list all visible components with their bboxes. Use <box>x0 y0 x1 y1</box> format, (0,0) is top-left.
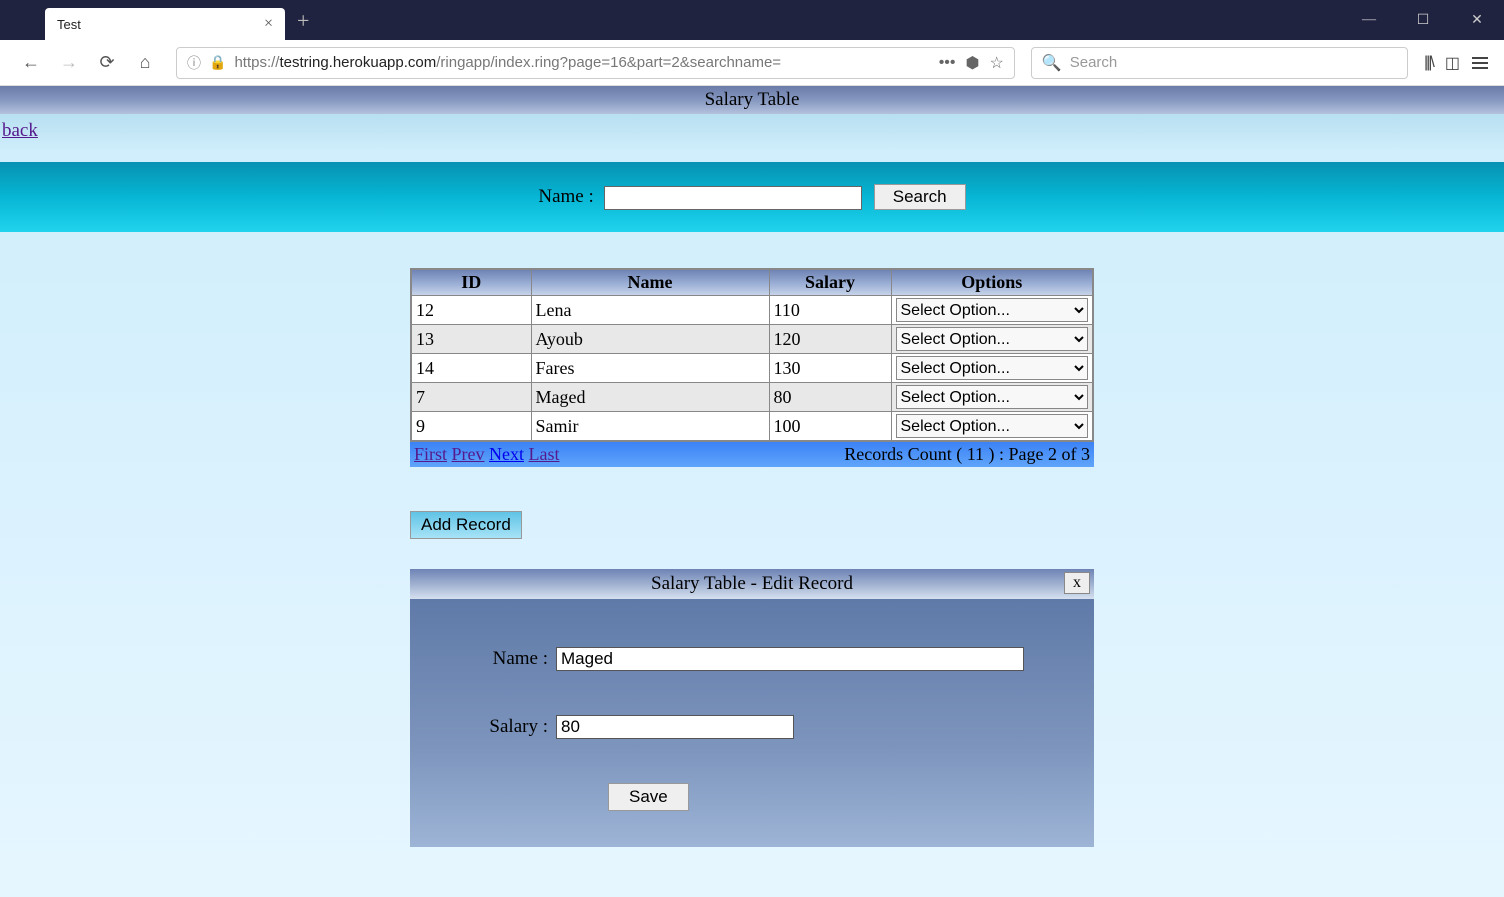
edit-salary-label: Salary : <box>474 716 548 738</box>
cell-name: Lena <box>531 296 769 325</box>
cell-options: Select Option... <box>891 412 1093 442</box>
table-row: 7Maged80Select Option... <box>411 383 1093 412</box>
edit-panel: Salary Table - Edit Record x Name : Sala… <box>410 569 1094 847</box>
cell-salary: 100 <box>769 412 891 442</box>
cell-salary: 110 <box>769 296 891 325</box>
browser-titlebar: Test × + — ☐ ✕ <box>0 0 1504 40</box>
pocket-icon[interactable]: ⬢ <box>966 53 980 73</box>
more-icon[interactable]: ••• <box>939 54 956 72</box>
cell-id: 7 <box>411 383 531 412</box>
pager-next[interactable]: Next <box>489 444 524 464</box>
cell-name: Samir <box>531 412 769 442</box>
options-select[interactable]: Select Option... <box>896 385 1089 409</box>
browser-tab[interactable]: Test × <box>45 8 285 40</box>
pager: First Prev Next Last Records Count ( 11 … <box>410 442 1094 467</box>
cell-salary: 80 <box>769 383 891 412</box>
library-icon[interactable]: |||\ <box>1424 54 1433 72</box>
table-row: 12Lena110Select Option... <box>411 296 1093 325</box>
col-salary: Salary <box>769 269 891 296</box>
back-link[interactable]: back <box>0 114 38 148</box>
col-id: ID <box>411 269 531 296</box>
new-tab-icon[interactable]: + <box>297 8 309 34</box>
search-button[interactable]: Search <box>874 184 966 210</box>
tab-bar: Test × + <box>0 0 309 40</box>
close-icon[interactable]: × <box>264 15 273 33</box>
close-window-icon[interactable]: ✕ <box>1450 0 1504 40</box>
search-box[interactable]: 🔍 Search <box>1031 47 1408 79</box>
cell-options: Select Option... <box>891 354 1093 383</box>
table-row: 14Fares130Select Option... <box>411 354 1093 383</box>
menu-icon[interactable] <box>1472 57 1488 69</box>
content: ID Name Salary Options 12Lena110Select O… <box>410 268 1094 847</box>
url-bar[interactable]: ⓘ 🔒 https://testring.herokuapp.com/ringa… <box>176 47 1015 79</box>
save-button[interactable]: Save <box>608 783 689 811</box>
pager-last[interactable]: Last <box>529 444 560 464</box>
table-row: 13Ayoub120Select Option... <box>411 325 1093 354</box>
search-input[interactable] <box>604 186 862 210</box>
edit-name-input[interactable] <box>556 647 1024 671</box>
back-icon[interactable]: ← <box>16 48 46 78</box>
options-select[interactable]: Select Option... <box>896 356 1089 380</box>
forward-icon[interactable]: → <box>54 48 84 78</box>
lock-icon: 🔒 <box>209 54 226 71</box>
pager-prev[interactable]: Prev <box>452 444 485 464</box>
col-name: Name <box>531 269 769 296</box>
add-record-button[interactable]: Add Record <box>410 511 522 539</box>
options-select[interactable]: Select Option... <box>896 327 1089 351</box>
cell-options: Select Option... <box>891 383 1093 412</box>
edit-salary-input[interactable] <box>556 715 794 739</box>
edit-header: Salary Table - Edit Record x <box>410 569 1094 599</box>
browser-toolbar: ← → ⟳ ⌂ ⓘ 🔒 https://testring.herokuapp.c… <box>0 40 1504 86</box>
search-bar: Name : Search <box>0 162 1504 232</box>
page: Salary Table back Name : Search ID Name … <box>0 86 1504 897</box>
star-icon[interactable]: ☆ <box>989 53 1003 73</box>
cell-id: 14 <box>411 354 531 383</box>
info-icon[interactable]: ⓘ <box>187 53 201 73</box>
window-controls: — ☐ ✕ <box>1342 0 1504 40</box>
options-select[interactable]: Select Option... <box>896 298 1089 322</box>
cell-options: Select Option... <box>891 325 1093 354</box>
search-placeholder: Search <box>1070 54 1118 71</box>
table-row: 9Samir100Select Option... <box>411 412 1093 442</box>
data-table: ID Name Salary Options 12Lena110Select O… <box>410 268 1094 442</box>
search-icon: 🔍 <box>1042 53 1062 73</box>
minimize-icon[interactable]: — <box>1342 0 1396 40</box>
cell-id: 12 <box>411 296 531 325</box>
col-options: Options <box>891 269 1093 296</box>
url-text: https://testring.herokuapp.com/ringapp/i… <box>234 54 930 71</box>
options-select[interactable]: Select Option... <box>896 414 1089 438</box>
maximize-icon[interactable]: ☐ <box>1396 0 1450 40</box>
edit-title: Salary Table - Edit Record <box>651 573 853 594</box>
edit-body: Name : Salary : Save <box>410 599 1094 847</box>
cell-id: 9 <box>411 412 531 442</box>
reload-icon[interactable]: ⟳ <box>92 48 122 78</box>
cell-salary: 130 <box>769 354 891 383</box>
edit-close-button[interactable]: x <box>1064 572 1090 594</box>
cell-salary: 120 <box>769 325 891 354</box>
sidebar-icon[interactable]: ◫ <box>1445 53 1460 73</box>
cell-id: 13 <box>411 325 531 354</box>
pager-first[interactable]: First <box>414 444 447 464</box>
tab-title: Test <box>57 17 256 32</box>
home-icon[interactable]: ⌂ <box>130 48 160 78</box>
pager-info: Records Count ( 11 ) : Page 2 of 3 <box>844 444 1090 465</box>
page-title: Salary Table <box>0 86 1504 114</box>
viewport[interactable]: Salary Table back Name : Search ID Name … <box>0 86 1504 897</box>
cell-name: Fares <box>531 354 769 383</box>
search-label: Name : <box>538 186 593 207</box>
cell-options: Select Option... <box>891 296 1093 325</box>
cell-name: Maged <box>531 383 769 412</box>
edit-name-label: Name : <box>474 648 548 670</box>
cell-name: Ayoub <box>531 325 769 354</box>
